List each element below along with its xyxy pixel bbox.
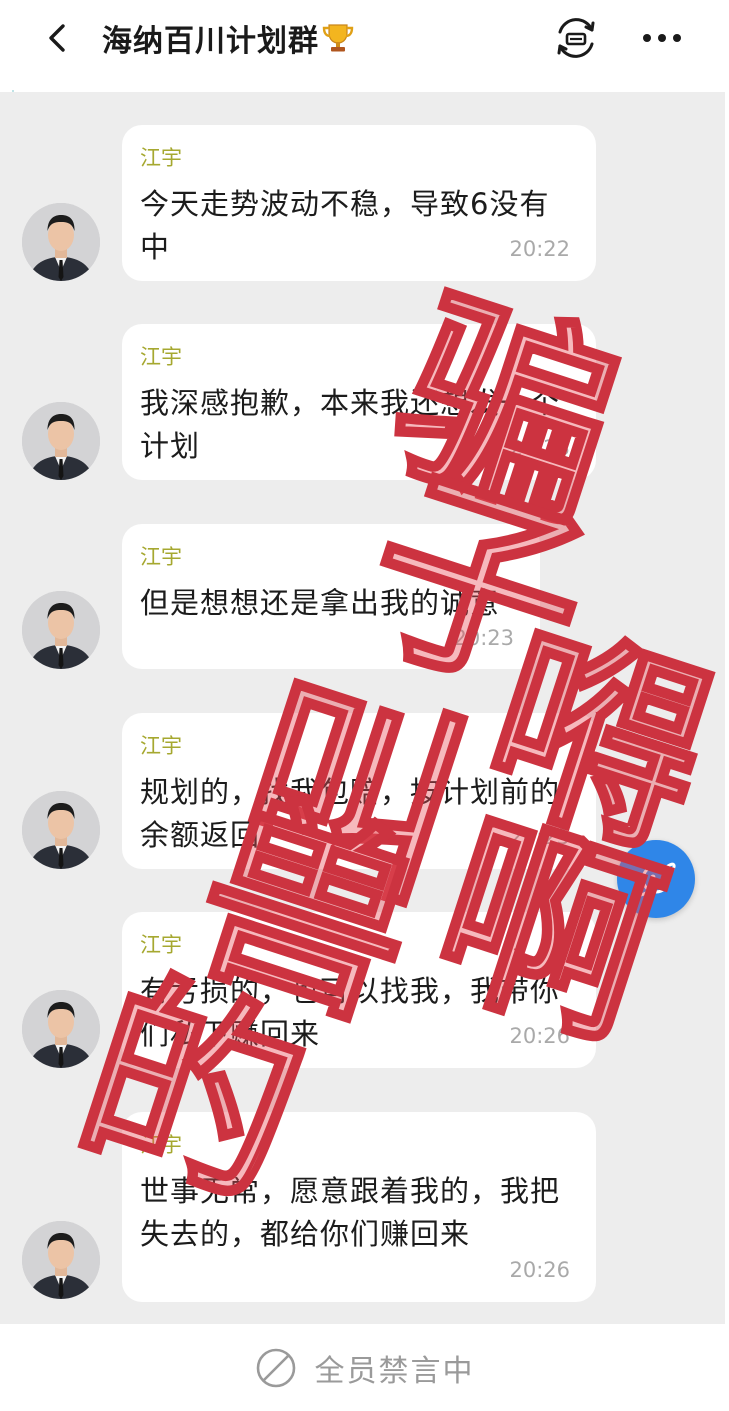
live-room-button[interactable] bbox=[548, 10, 604, 66]
message-text: 但是想想还是拿出我的诚意 bbox=[140, 586, 501, 620]
sender-name: 江宇 bbox=[140, 345, 182, 369]
chevron-left-icon bbox=[49, 24, 65, 52]
chat-title: 海纳百川计划群 bbox=[102, 14, 355, 62]
sender-name: 江宇 bbox=[140, 1133, 182, 1157]
trophy-icon bbox=[321, 21, 355, 55]
message-text: 世事无常，愿意跟着我的，我把失去的，都给你们赚回来 bbox=[140, 1174, 561, 1251]
message-time: 20:25 bbox=[509, 825, 570, 849]
message-bubble[interactable]: 江宇 我深感抱歉，本来我还想发一个计划 20:23 bbox=[122, 324, 596, 480]
group-name: 海纳百川计划群 bbox=[102, 24, 319, 59]
floating-action-button[interactable] bbox=[617, 840, 695, 918]
avatar[interactable] bbox=[22, 203, 100, 281]
more-options-button[interactable] bbox=[636, 14, 688, 62]
muted-status-text: 全员禁言中 bbox=[314, 1353, 475, 1389]
avatar[interactable] bbox=[22, 402, 100, 480]
message-time: 20:23 bbox=[509, 436, 570, 460]
sender-name: 江宇 bbox=[140, 734, 182, 758]
message-time: 20:26 bbox=[509, 1024, 570, 1048]
avatar[interactable] bbox=[22, 591, 100, 669]
avatar[interactable] bbox=[22, 990, 100, 1068]
planet-icon bbox=[634, 862, 676, 897]
message-bubble[interactable]: 江宇 世事无常，愿意跟着我的，我把失去的，都给你们赚回来 20:26 bbox=[122, 1112, 596, 1302]
sender-name: 江宇 bbox=[140, 146, 182, 170]
avatar[interactable] bbox=[22, 791, 100, 869]
avatar[interactable] bbox=[22, 1221, 100, 1299]
message-bubble[interactable]: 江宇 有亏损的，也可以找我，我带你们私下赚回来 20:26 bbox=[122, 912, 596, 1068]
message-time: 20:26 bbox=[509, 1258, 570, 1282]
message-bubble[interactable]: 江宇 但是想想还是拿出我的诚意 20:23 bbox=[122, 524, 540, 669]
prohibited-icon bbox=[255, 1347, 297, 1389]
chat-header: 海纳百川计划群 bbox=[0, 0, 729, 90]
more-dots-icon bbox=[643, 34, 681, 42]
back-button[interactable] bbox=[34, 14, 82, 62]
message-time: 20:22 bbox=[509, 237, 570, 261]
message-list[interactable]: 江宇 今天走势波动不稳，导致6没有中 20:22 江宇 我深感抱歉，本来我还想发… bbox=[0, 92, 725, 1324]
muted-status-bar: 全员禁言中 bbox=[0, 1324, 729, 1411]
sender-name: 江宇 bbox=[140, 933, 182, 957]
message-bubble[interactable]: 江宇 今天走势波动不稳，导致6没有中 20:22 bbox=[122, 125, 596, 281]
sender-name: 江宇 bbox=[140, 545, 182, 569]
message-bubble[interactable]: 江宇 规划的，找我包赔，按计划前的余额返回 20:25 bbox=[122, 713, 596, 869]
message-time: 20:23 bbox=[453, 626, 514, 650]
live-room-icon bbox=[557, 18, 595, 58]
